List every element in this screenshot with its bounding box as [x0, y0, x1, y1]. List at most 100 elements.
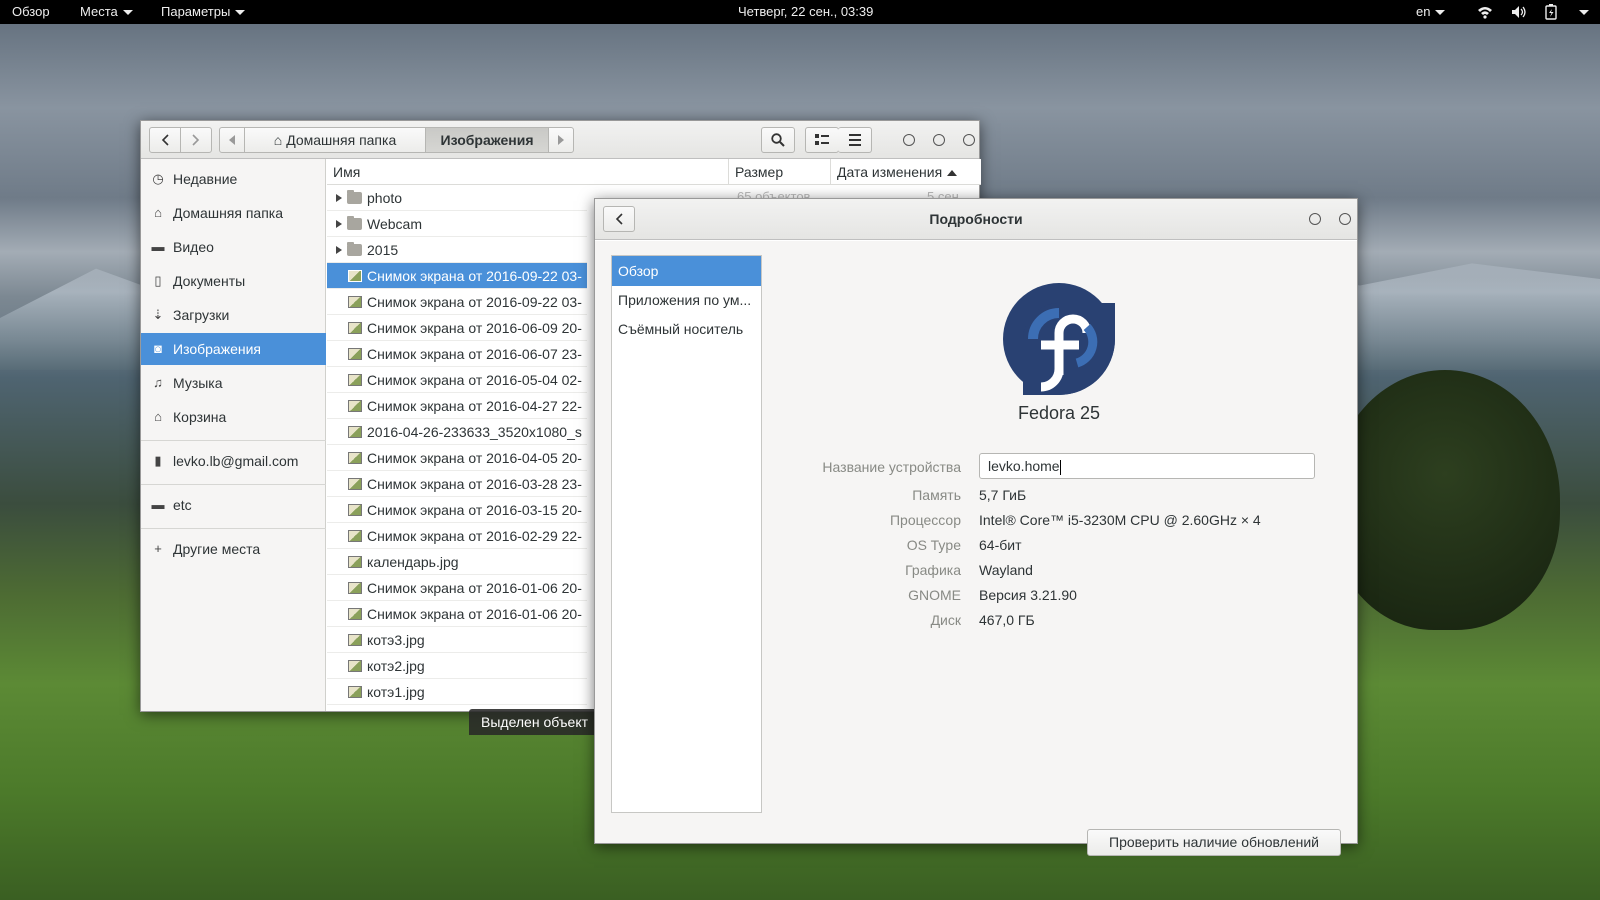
wallpaper-tree: [1330, 370, 1560, 630]
sidebar-separator: [141, 484, 326, 485]
view-mode-button[interactable]: [805, 127, 839, 153]
sidebar-item[interactable]: ▮ levko.lb@gmail.com: [141, 445, 326, 477]
expander-icon[interactable]: [336, 246, 342, 254]
file-row[interactable]: Снимок экрана от 2016-04-27 22-: [327, 393, 587, 419]
path-home-button[interactable]: ⌂ Домашняя папка: [244, 127, 426, 153]
image-file-icon: [348, 582, 362, 594]
file-row[interactable]: Снимок экрана от 2016-03-28 23-: [327, 471, 587, 497]
sidebar-item[interactable]: ◙ Изображения: [141, 333, 326, 365]
video-icon: ▬: [151, 239, 165, 254]
details-sidebar-item[interactable]: Съёмный носитель: [612, 314, 761, 344]
chevron-down-icon: [122, 10, 133, 16]
file-row[interactable]: Webcam: [327, 211, 587, 237]
image-file-icon: [348, 322, 362, 334]
forward-button[interactable]: [180, 127, 212, 153]
device-name-input[interactable]: levko.home: [979, 453, 1315, 479]
details-maximize-button[interactable]: [1309, 213, 1321, 225]
details-close-button[interactable]: [1339, 213, 1351, 225]
document-icon: ▯: [154, 273, 162, 288]
sidebar-item-label: etc: [173, 497, 192, 513]
file-row[interactable]: котэ3.jpg: [327, 627, 587, 653]
selection-status-overlay: Выделен объект: [469, 709, 599, 735]
file-row[interactable]: 2015: [327, 237, 587, 263]
os-name: Fedora 25: [1017, 403, 1101, 423]
image-file-icon: [348, 660, 362, 672]
file-row[interactable]: Снимок экрана от 2016-05-04 02-: [327, 367, 587, 393]
menu-button[interactable]: [838, 127, 872, 153]
file-row[interactable]: Снимок экрана от 2016-06-07 23-: [327, 341, 587, 367]
file-row[interactable]: 2016-04-26-233633_3520x1080_s: [327, 419, 587, 445]
sidebar-item[interactable]: ◷ Недавние: [141, 163, 326, 195]
minimize-button[interactable]: [903, 134, 915, 146]
sidebar-item-label: Домашняя папка: [173, 205, 284, 221]
search-button[interactable]: [761, 127, 795, 153]
places-label: Места: [80, 4, 118, 19]
system-menu-chevron-icon[interactable]: [1579, 10, 1589, 15]
image-file-icon: [348, 452, 362, 464]
file-row[interactable]: Снимок экрана от 2016-01-06 20-: [327, 575, 587, 601]
path-home-label: Домашняя папка: [286, 132, 397, 148]
file-row[interactable]: котэ1.jpg: [327, 679, 587, 705]
trash-icon: ⌂: [154, 409, 162, 424]
sidebar-item-label: Музыка: [173, 375, 223, 391]
language-menu[interactable]: en: [1416, 0, 1446, 24]
image-file-icon: [348, 400, 362, 412]
file-row[interactable]: photo: [327, 185, 587, 211]
sidebar-item[interactable]: ▬ etc: [141, 489, 326, 521]
path-current-button[interactable]: Изображения: [425, 127, 549, 153]
file-row[interactable]: Снимок экрана от 2016-02-29 22-: [327, 523, 587, 549]
sidebar-item-label: Загрузки: [173, 307, 230, 323]
file-row[interactable]: Снимок экрана от 2016-09-22 03-: [327, 263, 587, 289]
settings-menu[interactable]: Параметры: [161, 0, 246, 24]
file-row[interactable]: Снимок экрана от 2016-06-09 20-: [327, 315, 587, 341]
details-sidebar-item[interactable]: Приложения по ум...: [612, 285, 761, 315]
details-window: Подробности Обзор Приложения по ум... Съём…: [594, 198, 1358, 856]
file-row[interactable]: календарь.jpg: [327, 549, 587, 575]
path-scroll-right-button[interactable]: [548, 127, 574, 153]
back-button[interactable]: [149, 127, 181, 153]
column-header-size[interactable]: Размер: [729, 159, 831, 185]
device-name-value: levko.home: [988, 458, 1060, 474]
close-button[interactable]: [963, 134, 975, 146]
sidebar-item[interactable]: ▯ Документы: [141, 265, 326, 297]
check-updates-button[interactable]: Проверить наличие обновлений: [1087, 829, 1341, 856]
triangle-right-icon: [558, 135, 564, 145]
path-scroll-left-button[interactable]: [219, 127, 245, 153]
file-name: 2016-04-26-233633_3520x1080_s: [367, 424, 582, 440]
sidebar-item[interactable]: ▬ Видео: [141, 231, 326, 263]
maximize-button[interactable]: [933, 134, 945, 146]
file-name: photo: [367, 190, 403, 206]
volume-icon[interactable]: [1511, 5, 1527, 29]
image-file-icon: [348, 634, 362, 646]
file-row[interactable]: Снимок экрана от 2016-01-06 20-: [327, 601, 587, 627]
top-bar: Обзор Места Параметры Четверг, 22 сен., …: [0, 0, 1600, 24]
info-label: Диск: [930, 612, 961, 628]
file-row[interactable]: Снимок экрана от 2016-03-15 20-: [327, 497, 587, 523]
download-icon: ⇣: [152, 307, 164, 322]
wifi-icon[interactable]: [1477, 5, 1493, 29]
sidebar-item[interactable]: ⌂ Домашняя папка: [141, 197, 326, 229]
sidebar-item[interactable]: ♫ Музыка: [141, 367, 326, 399]
home-icon: ⌂: [273, 132, 283, 148]
sidebar-item[interactable]: + Другие места: [141, 533, 326, 565]
file-row[interactable]: Снимок экрана от 2016-09-22 03-: [327, 289, 587, 315]
info-value: 467,0 ГБ: [979, 612, 1035, 628]
info-value: Wayland: [979, 562, 1033, 578]
activities-button[interactable]: Обзор: [12, 0, 50, 24]
info-label: Память: [912, 487, 961, 503]
file-row[interactable]: Снимок экрана от 2016-04-05 20-: [327, 445, 587, 471]
column-header-modified[interactable]: Дата изменения: [831, 159, 981, 185]
expander-icon[interactable]: [336, 194, 342, 202]
expander-icon[interactable]: [336, 220, 342, 228]
fedora-logo: [1003, 283, 1115, 395]
details-sidebar-item[interactable]: Обзор: [612, 256, 761, 286]
path-current-label: Изображения: [440, 132, 534, 148]
column-header-name[interactable]: Имя: [327, 159, 729, 185]
file-row[interactable]: котэ2.jpg: [327, 653, 587, 679]
battery-icon[interactable]: [1545, 4, 1557, 28]
clock[interactable]: Четверг, 22 сен., 03:39: [738, 0, 873, 24]
sidebar-item[interactable]: ⇣ Загрузки: [141, 299, 326, 331]
details-content: Обзор Приложения по ум... Съёмный носитель…: [595, 241, 1357, 856]
places-menu[interactable]: Места: [80, 0, 133, 24]
sidebar-item[interactable]: ⌂ Корзина: [141, 401, 326, 433]
